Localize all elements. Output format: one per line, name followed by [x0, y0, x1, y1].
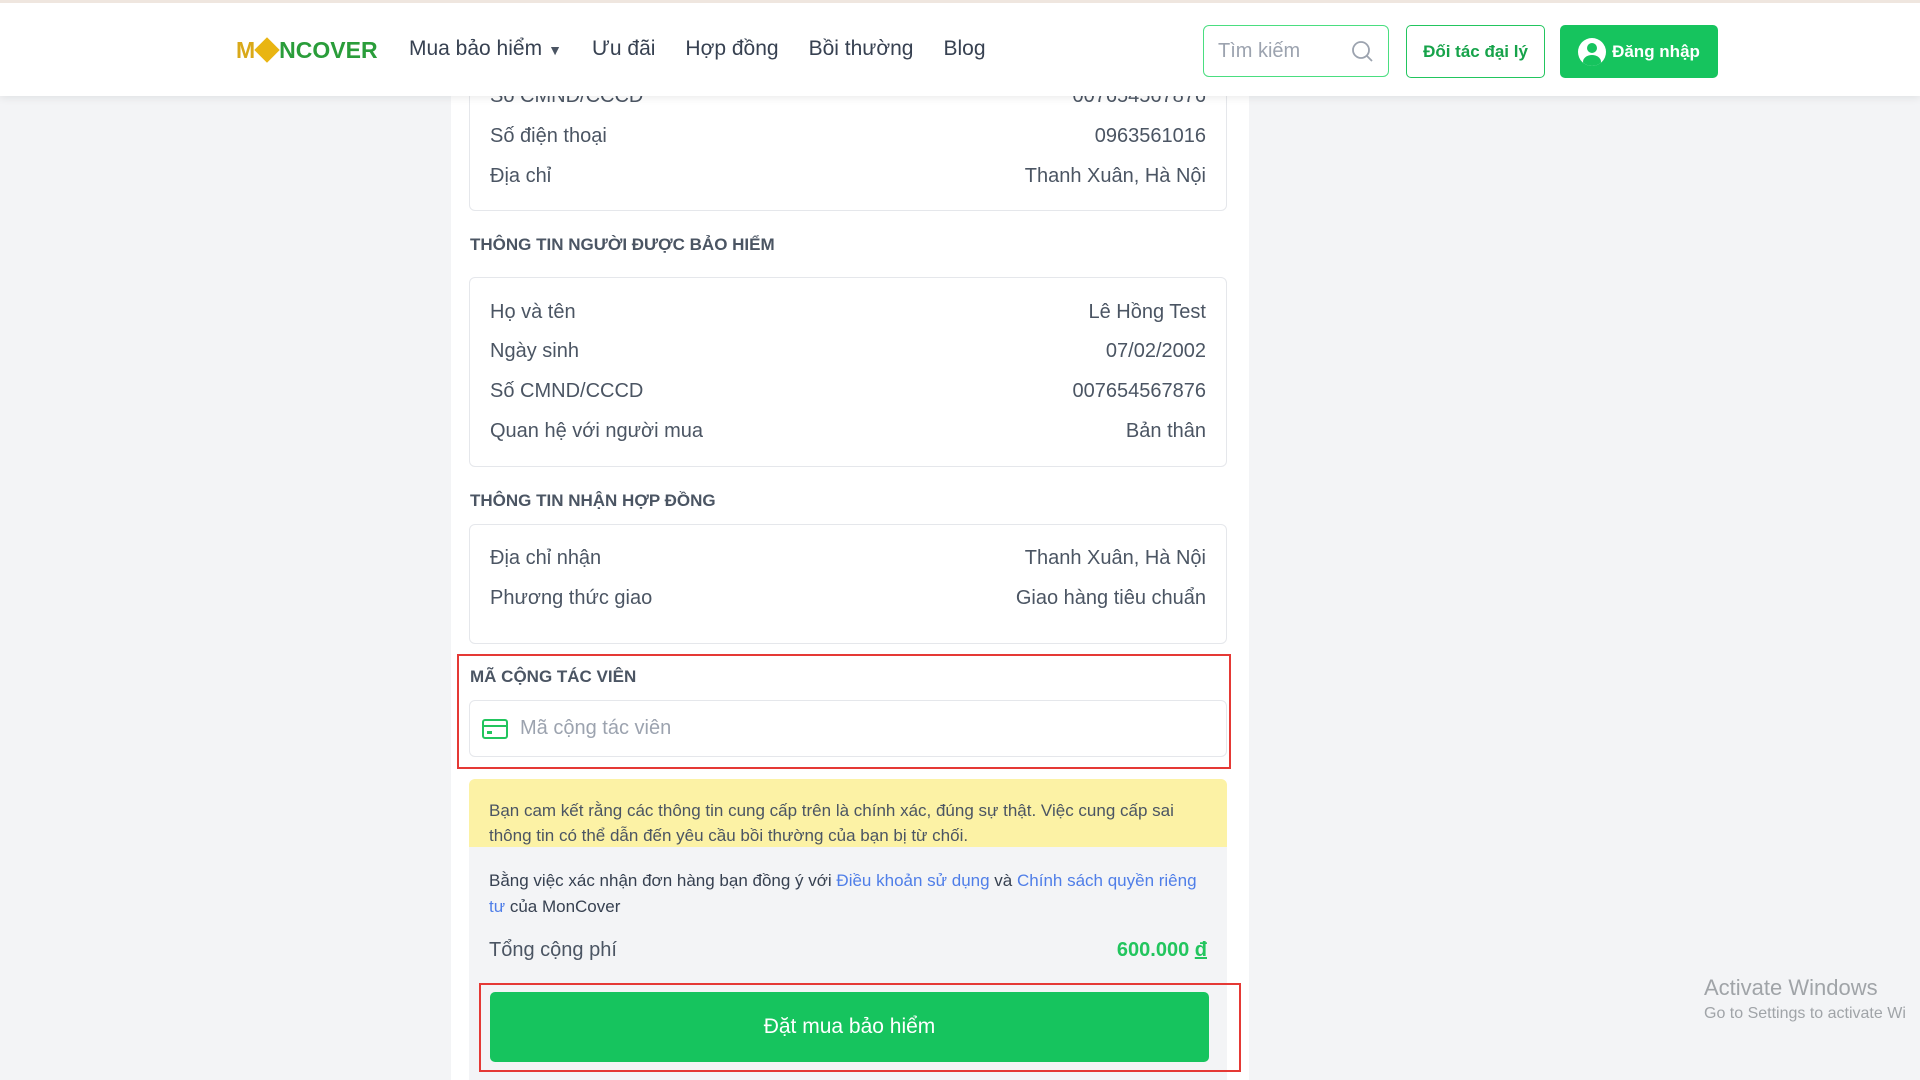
row-value: 0963561016 [1094, 125, 1206, 147]
info-row: Số điện thoại 0963561016 [490, 125, 1206, 148]
row-value: 007654567876 [1072, 380, 1206, 402]
search-box[interactable] [1203, 25, 1389, 77]
row-label: Số điện thoại [490, 125, 607, 147]
total-label: Tổng cộng phí [489, 939, 617, 961]
total-fee-row: Tổng cộng phí 600.000 đ [489, 939, 1207, 962]
row-label: Họ và tên [490, 301, 576, 323]
row-value: Thanh Xuân, Hà Nội [1024, 165, 1206, 187]
row-label: Quan hệ với người mua [490, 420, 704, 442]
agreement-text: Bằng việc xác nhận đơn hàng bạn đồng ý v… [489, 868, 1209, 920]
info-row: Địa chỉ Thanh Xuân, Hà Nội [490, 165, 1206, 188]
delivery-section-title: THÔNG TIN NHẬN HỢP ĐỒNG [470, 491, 716, 510]
row-label: Phương thức giao [490, 587, 653, 609]
row-value: Lê Hồng Test [1088, 301, 1207, 323]
collaborator-code-field[interactable] [469, 700, 1227, 757]
user-avatar-icon [1578, 37, 1607, 66]
moncover-logo[interactable]: M NCOVER [236, 37, 378, 64]
insured-info-card: Họ và tên Lê Hồng Test Ngày sinh 07/02/200… [469, 277, 1227, 467]
row-label: Số CMND/CCCD [490, 380, 644, 402]
windows-activation-watermark: Activate Windows Go to Settings to activ… [1704, 975, 1906, 1023]
info-row: Ngày sinh 07/02/2002 [490, 340, 1206, 363]
buy-insurance-button[interactable]: Đặt mua bảo hiểm [490, 992, 1209, 1062]
caret-down-icon: ▼ [548, 42, 562, 58]
nav-blog[interactable]: Blog [943, 37, 985, 61]
terms-link[interactable]: Điều khoản sử dụng [836, 871, 989, 890]
search-icon[interactable] [1350, 39, 1374, 63]
info-row: Phương thức giao Giao hàng tiêu chuẩn [490, 587, 1206, 610]
agreement-suffix: của MonCover [505, 897, 621, 916]
collaborator-section-title: MÃ CỘNG TÁC VIÊN [470, 667, 637, 686]
warning-notice: Bạn cam kết rằng các thông tin cung cấp … [469, 779, 1227, 847]
collaborator-code-input[interactable] [520, 717, 1200, 740]
agreement-prefix: Bằng việc xác nhận đơn hàng bạn đồng ý v… [489, 871, 837, 890]
row-value: 07/02/2002 [1105, 340, 1206, 362]
login-label: Đăng nhập [1612, 41, 1700, 61]
info-row: Địa chỉ nhận Thanh Xuân, Hà Nội [490, 547, 1206, 570]
site-header: M NCOVER Mua bảo hiểm ▼ Ưu đãi Hợp đồng Bồ… [0, 0, 1920, 96]
nav-contracts[interactable]: Hợp đồng [685, 37, 778, 61]
main-nav: Mua bảo hiểm ▼ Ưu đãi Hợp đồng Bồi thường… [409, 37, 986, 61]
search-input[interactable] [1218, 39, 1338, 63]
partner-agent-button[interactable]: Đối tác đại lý [1406, 25, 1545, 78]
nav-label: Mua bảo hiểm [409, 37, 543, 60]
watermark-title: Activate Windows [1704, 975, 1878, 1000]
row-label: Ngày sinh [490, 340, 579, 362]
delivery-info-card: Địa chỉ nhận Thanh Xuân, Hà Nội Phương th… [469, 524, 1227, 644]
info-row: Quan hệ với người mua Bản thân [490, 420, 1206, 443]
nav-offers[interactable]: Ưu đãi [592, 37, 655, 61]
info-row: Số CMND/CCCD 007654567876 [490, 380, 1206, 403]
total-amount: 600.000 đ [1117, 939, 1207, 962]
currency: đ [1194, 939, 1207, 961]
row-value: Thanh Xuân, Hà Nội [1024, 547, 1206, 569]
nav-claims[interactable]: Bồi thường [809, 37, 914, 61]
row-value: Giao hàng tiêu chuẩn [1015, 587, 1206, 609]
info-row: Họ và tên Lê Hồng Test [490, 301, 1206, 324]
row-value: Bản thân [1125, 420, 1206, 442]
nav-buy-insurance[interactable]: Mua bảo hiểm ▼ [409, 37, 562, 61]
credit-card-icon [482, 718, 508, 739]
agreement-and: và [989, 871, 1017, 890]
amount: 600.000 [1116, 939, 1190, 961]
login-button[interactable]: Đăng nhập [1560, 25, 1718, 78]
row-label: Địa chỉ [490, 165, 552, 187]
watermark-subtitle: Go to Settings to activate Wi [1704, 1005, 1906, 1022]
row-label: Địa chỉ nhận [490, 547, 602, 569]
insured-section-title: THÔNG TIN NGƯỜI ĐƯỢC BẢO HIỂM [470, 235, 775, 254]
